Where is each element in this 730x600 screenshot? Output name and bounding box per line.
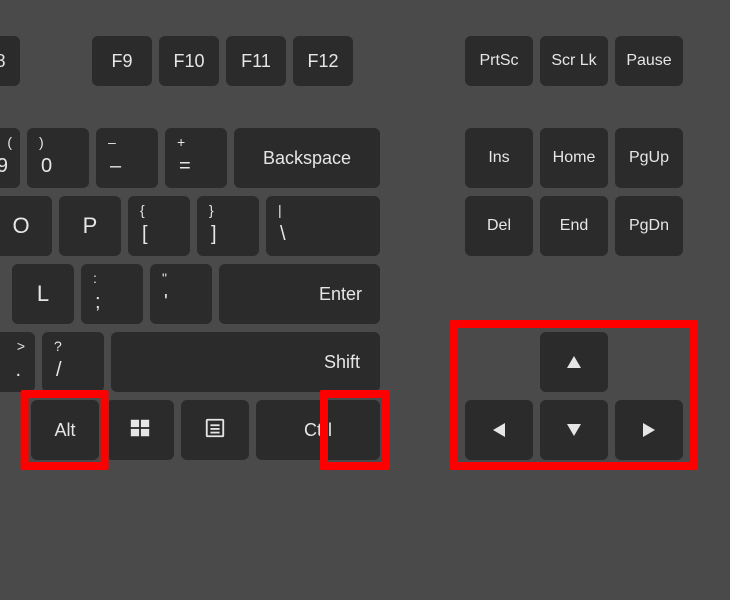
key-label: Ins bbox=[488, 149, 509, 167]
key-label: Ctrl bbox=[304, 420, 332, 441]
key-label: Enter bbox=[319, 284, 362, 305]
key-scrlk[interactable]: Scr Lk bbox=[540, 36, 608, 86]
key-arrow-right[interactable] bbox=[615, 400, 683, 460]
key-label: – bbox=[110, 155, 121, 178]
key-secondary: > bbox=[17, 338, 25, 354]
key-rbracket[interactable]: } ] bbox=[197, 196, 259, 256]
key-label: ] bbox=[211, 223, 217, 246]
key-label: F8 bbox=[0, 51, 6, 72]
key-label: ; bbox=[95, 291, 101, 314]
key-label: Backspace bbox=[263, 148, 351, 169]
key-label: ' bbox=[164, 291, 168, 314]
key-backslash[interactable]: | \ bbox=[266, 196, 380, 256]
key-end[interactable]: End bbox=[540, 196, 608, 256]
windows-icon bbox=[129, 417, 151, 444]
key-secondary: + bbox=[177, 134, 185, 150]
key-minus[interactable]: – – bbox=[96, 128, 158, 188]
key-quote[interactable]: " ' bbox=[150, 264, 212, 324]
key-label: \ bbox=[280, 223, 286, 246]
key-label: O bbox=[12, 213, 29, 239]
key-label: [ bbox=[142, 223, 148, 246]
key-home[interactable]: Home bbox=[540, 128, 608, 188]
key-secondary: ) bbox=[39, 134, 44, 150]
key-p[interactable]: P bbox=[59, 196, 121, 256]
key-secondary: " bbox=[162, 270, 167, 286]
key-secondary: | bbox=[278, 202, 282, 218]
key-f9[interactable]: F9 bbox=[92, 36, 152, 86]
key-menu[interactable] bbox=[181, 400, 249, 460]
key-arrow-up[interactable] bbox=[540, 332, 608, 392]
key-pgup[interactable]: PgUp bbox=[615, 128, 683, 188]
key-windows[interactable] bbox=[106, 400, 174, 460]
key-label: F12 bbox=[307, 51, 338, 72]
key-label: Pause bbox=[626, 52, 671, 70]
key-label: Alt bbox=[54, 420, 75, 441]
key-label: 0 bbox=[41, 155, 52, 178]
key-label: PgUp bbox=[629, 149, 669, 167]
key-prtsc[interactable]: PrtSc bbox=[465, 36, 533, 86]
key-label: Shift bbox=[324, 352, 360, 373]
key-label: F9 bbox=[111, 51, 132, 72]
menu-icon bbox=[204, 417, 226, 444]
key-pgdn[interactable]: PgDn bbox=[615, 196, 683, 256]
key-label: Scr Lk bbox=[551, 52, 596, 70]
key-label: PrtSc bbox=[479, 52, 518, 70]
key-f11[interactable]: F11 bbox=[226, 36, 286, 86]
key-semicolon[interactable]: : ; bbox=[81, 264, 143, 324]
key-equals[interactable]: + = bbox=[165, 128, 227, 188]
key-enter[interactable]: Enter bbox=[219, 264, 380, 324]
key-ins[interactable]: Ins bbox=[465, 128, 533, 188]
key-secondary: ? bbox=[54, 338, 62, 354]
key-label: F10 bbox=[173, 51, 204, 72]
key-9[interactable]: ( 9 bbox=[0, 128, 20, 188]
key-f10[interactable]: F10 bbox=[159, 36, 219, 86]
key-secondary: : bbox=[93, 270, 97, 286]
key-label: Del bbox=[487, 217, 511, 235]
key-arrow-down[interactable] bbox=[540, 400, 608, 460]
key-slash[interactable]: ? / bbox=[42, 332, 104, 392]
key-label: PgDn bbox=[629, 217, 669, 235]
key-secondary: } bbox=[209, 202, 214, 218]
key-lbracket[interactable]: { [ bbox=[128, 196, 190, 256]
key-label: 9 bbox=[0, 155, 8, 178]
key-f12[interactable]: F12 bbox=[293, 36, 353, 86]
key-l[interactable]: L bbox=[12, 264, 74, 324]
key-secondary: { bbox=[140, 202, 145, 218]
key-o[interactable]: O bbox=[0, 196, 52, 256]
key-label: P bbox=[83, 213, 98, 239]
arrow-down-icon bbox=[567, 424, 581, 436]
key-label: / bbox=[56, 359, 62, 382]
key-arrow-left[interactable] bbox=[465, 400, 533, 460]
key-f8[interactable]: F8 bbox=[0, 36, 20, 86]
key-label: . bbox=[15, 359, 21, 382]
key-label: L bbox=[37, 281, 49, 307]
key-label: F11 bbox=[241, 51, 271, 72]
key-label: End bbox=[560, 217, 588, 235]
key-backspace[interactable]: Backspace bbox=[234, 128, 380, 188]
arrow-up-icon bbox=[567, 356, 581, 368]
key-secondary: – bbox=[108, 134, 116, 150]
key-ctrl[interactable]: Ctrl bbox=[256, 400, 380, 460]
key-label: Home bbox=[553, 149, 596, 167]
key-alt[interactable]: Alt bbox=[31, 400, 99, 460]
key-pause[interactable]: Pause bbox=[615, 36, 683, 86]
key-period[interactable]: > . bbox=[0, 332, 35, 392]
arrow-left-icon bbox=[493, 423, 505, 437]
key-shift-right[interactable]: Shift bbox=[111, 332, 380, 392]
arrow-right-icon bbox=[643, 423, 655, 437]
key-secondary: ( bbox=[7, 134, 12, 150]
key-0[interactable]: ) 0 bbox=[27, 128, 89, 188]
key-label: = bbox=[179, 155, 191, 178]
key-del[interactable]: Del bbox=[465, 196, 533, 256]
